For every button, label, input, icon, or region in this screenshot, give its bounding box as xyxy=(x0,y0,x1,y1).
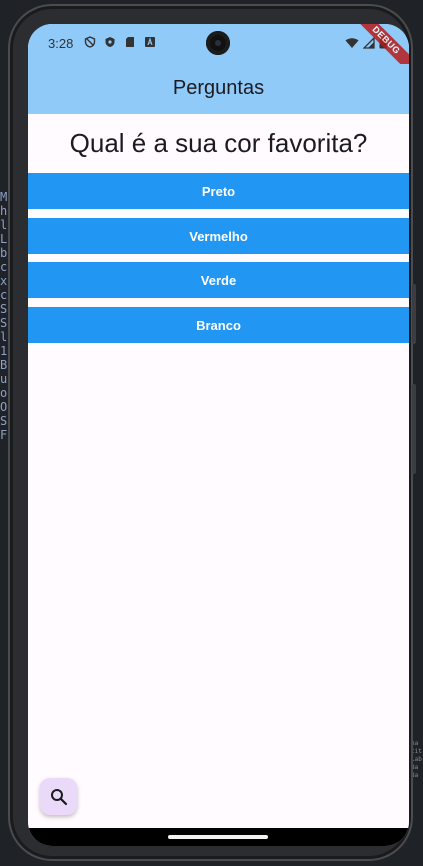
status-time: 3:28 xyxy=(48,36,74,51)
status-bar: 3:28 xyxy=(28,24,409,64)
power-button xyxy=(412,284,416,344)
cell-signal-icon xyxy=(363,36,375,49)
volume-button xyxy=(412,384,416,474)
app-title: Perguntas xyxy=(172,77,265,99)
app-bar: Perguntas xyxy=(28,64,409,114)
shield-icon xyxy=(105,37,115,47)
answer-button-verde[interactable]: Verde xyxy=(28,262,409,298)
search-fab[interactable] xyxy=(40,778,77,815)
search-icon xyxy=(50,788,67,805)
shield-outline-icon xyxy=(84,36,96,48)
navigation-bar xyxy=(28,828,409,846)
wifi-icon xyxy=(345,37,359,48)
device-screen: 3:28 DEBUG Perguntas Qual é a sua cor fa… xyxy=(28,24,409,846)
status-icons-left xyxy=(84,36,156,48)
answer-button-preto[interactable]: Preto xyxy=(28,173,409,209)
answer-button-vermelho[interactable]: Vermelho xyxy=(28,218,409,254)
question-text: Qual é a sua cor favorita? xyxy=(69,128,368,158)
phone-frame: 3:28 DEBUG Perguntas Qual é a sua cor fa… xyxy=(8,4,416,861)
font-icon xyxy=(145,37,155,47)
home-indicator[interactable] xyxy=(168,835,268,839)
front-camera xyxy=(206,31,230,55)
sd-card-icon xyxy=(126,37,134,47)
answer-button-branco[interactable]: Branco xyxy=(28,307,409,343)
